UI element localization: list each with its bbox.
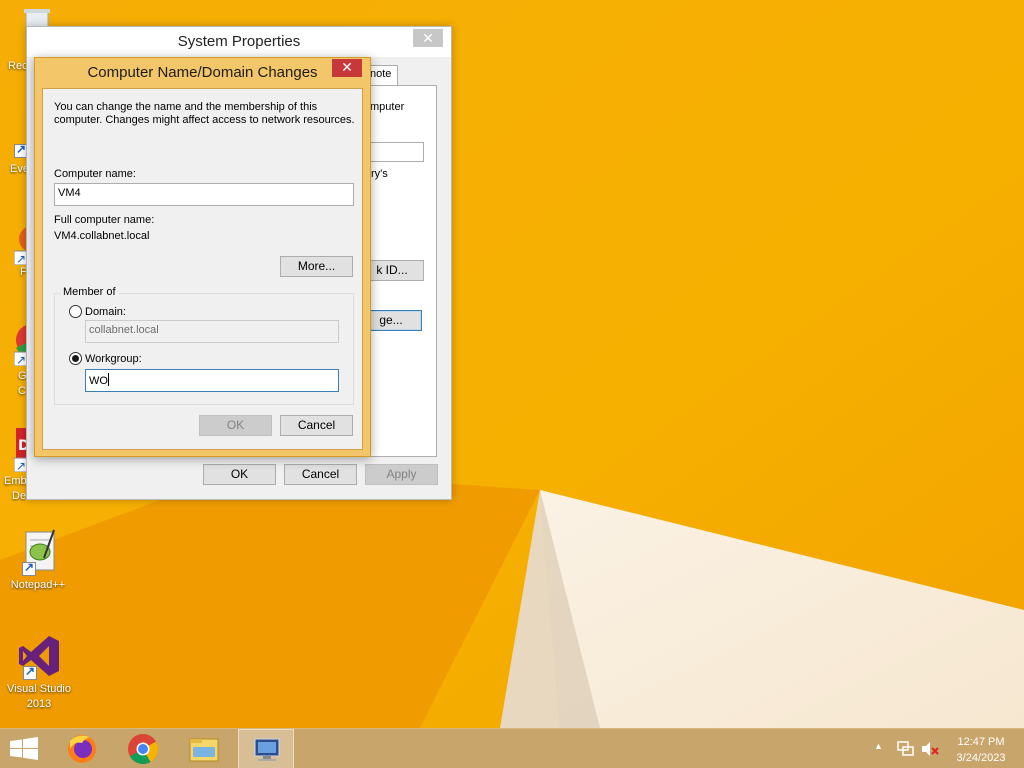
close-icon: ✕ [341, 59, 353, 75]
svg-text:↗: ↗ [16, 353, 26, 366]
domain-label: Domain: [85, 306, 126, 318]
organization-text: ry's [371, 168, 388, 180]
chrome-icon [128, 734, 159, 765]
notepadpp-icon [14, 528, 62, 576]
desktop-icon-notepadpp[interactable]: Notepad++ [0, 528, 76, 593]
computer-icon [254, 738, 280, 761]
computer-name-dialog-titlebar[interactable]: Computer Name/Domain Changes ✕ [35, 58, 370, 88]
clock-time: 12:47 PM [957, 736, 1005, 748]
computer-name-dialog-title: Computer Name/Domain Changes [87, 64, 318, 81]
tab-remote-label: note [370, 68, 392, 80]
taskbar-file-explorer[interactable] [176, 729, 232, 768]
computer-name-input[interactable]: VM4 [54, 183, 354, 206]
system-properties-apply-label: Apply [386, 467, 417, 481]
show-hidden-icons-chevron-icon[interactable]: ▲ [874, 741, 883, 751]
computer-name-label: Computer name: [54, 168, 136, 180]
system-properties-cancel-label: Cancel [301, 467, 340, 481]
desktop-icon-recycle-bin-label[interactable]: Rec [8, 60, 28, 72]
desktop-icon-visual-studio-label-1: Visual Studio [6, 683, 71, 695]
computer-name-ok-button[interactable]: OK [199, 415, 272, 436]
taskbar: ▲ 12:47 PM 3/24/2023 [0, 728, 1024, 768]
workgroup-input[interactable]: WO [85, 369, 339, 392]
taskbar-firefox[interactable] [54, 729, 110, 768]
system-properties-cancel-button[interactable]: Cancel [284, 464, 357, 485]
workgroup-value: WO [89, 375, 108, 387]
computer-name-ok-label: OK [226, 418, 245, 432]
desktop-icon-visual-studio[interactable]: Visual Studio 2013 [1, 632, 77, 712]
start-button[interactable] [0, 729, 56, 768]
taskbar-chrome[interactable] [115, 729, 171, 768]
system-properties-apply-button[interactable]: Apply [365, 464, 438, 485]
taskbar-system-properties[interactable] [238, 729, 294, 768]
description-line-1: You can change the name and the membersh… [54, 101, 318, 113]
computer-name-cancel-button[interactable]: Cancel [280, 415, 353, 436]
desktop-icon-visual-studio-label-2: 2013 [26, 698, 52, 710]
full-computer-name-label: Full computer name: [54, 214, 155, 226]
more-button-label: More... [297, 259, 336, 273]
workgroup-label: Workgroup: [85, 353, 142, 365]
computer-name-value: VM4 [58, 187, 81, 199]
system-properties-close-button[interactable]: ✕ [413, 29, 443, 47]
desktop-icon-embarcadero-label-2[interactable]: De [12, 490, 26, 502]
firefox-icon [68, 735, 96, 763]
system-properties-ok-button[interactable]: OK [203, 464, 276, 485]
member-of-label: Member of [60, 286, 119, 298]
domain-input[interactable]: collabnet.local [85, 320, 339, 343]
svg-text:↗: ↗ [16, 459, 26, 472]
computer-name-dialog-close-button[interactable]: ✕ [332, 59, 362, 77]
text-caret [107, 373, 109, 386]
more-button[interactable]: More... [280, 256, 353, 277]
domain-radio[interactable] [69, 305, 82, 318]
folder-icon [189, 738, 219, 762]
system-properties-ok-label: OK [230, 467, 249, 481]
visual-studio-icon [15, 632, 63, 680]
system-properties-title: System Properties [177, 33, 301, 50]
computer-name-cancel-label: Cancel [297, 418, 336, 432]
desktop-icon-chrome-label-2[interactable]: C [18, 385, 26, 397]
network-id-button-label: k ID... [376, 263, 408, 277]
workgroup-radio[interactable] [69, 352, 82, 365]
system-properties-titlebar[interactable]: System Properties ✕ [27, 27, 451, 57]
desktop-icon-notepadpp-label: Notepad++ [10, 579, 66, 591]
svg-text:↗: ↗ [16, 252, 26, 265]
description-line-2: computer. Changes might affect access to… [54, 114, 355, 126]
computer-name-dialog-body: You can change the name and the membersh… [42, 88, 363, 450]
full-computer-name-value: VM4.collabnet.local [54, 230, 150, 242]
windows-logo-icon [10, 737, 38, 760]
computer-description-text: mputer [370, 101, 405, 113]
clock-date: 3/24/2023 [956, 752, 1006, 764]
desktop-icon-embarcadero-label-1[interactable]: Emb [4, 475, 27, 487]
network-icon[interactable] [897, 741, 915, 757]
clock[interactable]: 12:47 PM 3/24/2023 [946, 734, 1016, 766]
change-button-label: ge... [379, 313, 403, 327]
close-icon: ✕ [422, 30, 434, 46]
domain-value: collabnet.local [89, 324, 159, 336]
computer-name-dialog: Computer Name/Domain Changes ✕ You can c… [34, 57, 371, 457]
speaker-muted-icon[interactable] [921, 741, 939, 757]
